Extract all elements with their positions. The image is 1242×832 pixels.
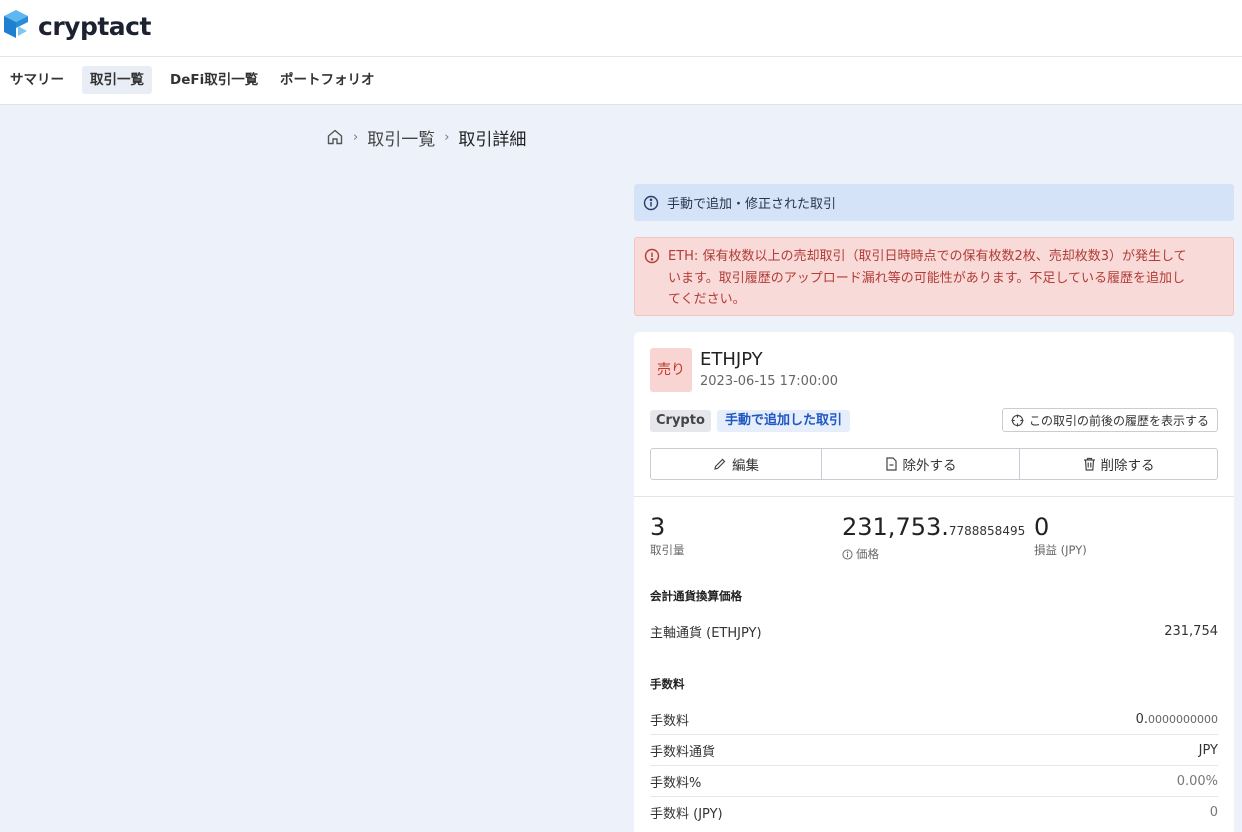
- fee-row: 手数料 0.0000000000: [650, 704, 1218, 735]
- fee-percent-value: 0.00%: [1176, 773, 1218, 789]
- breadcrumb: › 取引一覧 › 取引詳細: [326, 125, 527, 150]
- trash-icon: [1083, 457, 1096, 471]
- error-alert-line: ETH: 保有枚数以上の売却取引（取引日時時点での保有枚数2枚、売却枚数3）が発…: [668, 249, 1187, 264]
- trade-detail-card: 売り ETHJPY 2023-06-15 17:00:00 Crypto 手動で…: [634, 332, 1234, 832]
- conversion-row-value: 231,754: [1164, 624, 1218, 639]
- breadcrumb-transactions[interactable]: 取引一覧: [367, 125, 435, 150]
- home-icon[interactable]: [326, 128, 344, 146]
- tag-crypto: Crypto: [650, 410, 711, 432]
- divider: [634, 496, 1234, 497]
- holdings-error-alert: ETH: 保有枚数以上の売却取引（取引日時時点での保有枚数2枚、売却枚数3）が発…: [634, 237, 1234, 316]
- delete-label: 削除する: [1100, 458, 1155, 474]
- top-bar: cryptact: [0, 0, 1242, 57]
- file-minus-icon: [885, 457, 898, 471]
- info-circle-icon: [643, 195, 659, 211]
- brand-logo[interactable]: cryptact: [2, 8, 151, 44]
- manual-edit-info-alert: 手動で追加・修正された取引: [634, 184, 1234, 221]
- main-nav: サマリー 取引一覧 DeFi取引一覧 ポートフォリオ: [0, 57, 1242, 105]
- fee-percent-label: 手数料%: [650, 775, 702, 791]
- side-badge: 売り: [650, 348, 692, 392]
- info-alert-text: 手動で追加・修正された取引: [667, 197, 837, 212]
- conversion-section-title: 会計通貨換算価格: [650, 589, 742, 603]
- fee-value: 0.0000000000: [1136, 712, 1218, 727]
- history-button-label: この取引の前後の履歴を表示する: [1028, 413, 1209, 428]
- price-main: 231,753.: [842, 513, 949, 541]
- error-alert-line: てください。: [668, 292, 746, 307]
- exclude-label: 除外する: [902, 458, 957, 474]
- fee-label: 手数料: [650, 713, 690, 729]
- edit-button[interactable]: 編集: [651, 449, 821, 479]
- tag-manual-added: 手動で追加した取引: [717, 410, 851, 432]
- error-alert-line: います。取引履歴のアップロード漏れ等の可能性があります。不足している履歴を追加し: [668, 270, 1186, 286]
- price-label: 価格: [856, 547, 879, 561]
- fee-decimals: 0000000000: [1148, 712, 1218, 726]
- chevron-right-icon: ›: [444, 129, 450, 145]
- price-value: 231,753.7788858495: [842, 512, 1025, 546]
- brand-name: cryptact: [38, 11, 151, 41]
- fee-main: 0.: [1135, 711, 1148, 727]
- nav-item-summary[interactable]: サマリー: [2, 66, 72, 94]
- edit-label: 編集: [732, 458, 759, 474]
- amount-label: 取引量: [650, 543, 685, 557]
- trade-datetime: 2023-06-15 17:00:00: [700, 374, 839, 389]
- fee-currency-label: 手数料通貨: [650, 744, 716, 760]
- nav-item-defi-transactions[interactable]: DeFi取引一覧: [162, 66, 266, 94]
- conversion-row: 主軸通貨 (ETHJPY) 231,754: [650, 616, 1218, 647]
- stat-amount: 3 取引量: [650, 512, 685, 558]
- exclude-button[interactable]: 除外する: [821, 449, 1019, 479]
- fees-section-title: 手数料: [650, 677, 685, 691]
- fee-jpy-row: 手数料 (JPY) 0: [650, 797, 1218, 828]
- amount-value: 3: [650, 513, 666, 541]
- nav-item-transactions[interactable]: 取引一覧: [82, 66, 152, 94]
- info-circle-icon[interactable]: [842, 548, 853, 560]
- stat-price: 231,753.7788858495 価格: [842, 512, 1025, 562]
- fee-currency-row: 手数料通貨 JPY: [650, 735, 1218, 766]
- fee-jpy-label: 手数料 (JPY): [650, 807, 723, 822]
- alert-circle-icon: [644, 248, 660, 315]
- fee-percent-row: 手数料% 0.00%: [650, 766, 1218, 797]
- pnl-value: 0: [1034, 513, 1050, 541]
- trade-actions: 編集 除外する 削除する: [650, 448, 1218, 480]
- error-alert-text: ETH: 保有枚数以上の売却取引（取引日時時点での保有枚数2枚、売却枚数3）が発…: [668, 246, 1187, 315]
- chevron-right-icon: ›: [353, 129, 359, 145]
- price-decimals: 7788858495: [948, 524, 1026, 538]
- fee-jpy-value: 0: [1209, 805, 1218, 820]
- trade-pair: ETHJPY: [700, 349, 763, 370]
- conversion-row-label: 主軸通貨 (ETHJPY): [650, 626, 762, 641]
- breadcrumb-current: 取引詳細: [458, 129, 527, 150]
- cryptact-logo-icon: [2, 8, 28, 44]
- nav-item-portfolio[interactable]: ポートフォリオ: [272, 66, 383, 94]
- pencil-icon: [713, 457, 727, 471]
- delete-button[interactable]: 削除する: [1019, 449, 1217, 479]
- stat-pnl: 0 損益 (JPY): [1034, 512, 1087, 558]
- price-label-row: 価格: [842, 546, 1025, 562]
- pnl-label: 損益 (JPY): [1034, 543, 1087, 557]
- crosshair-icon: [1011, 413, 1024, 427]
- show-surrounding-history-button[interactable]: この取引の前後の履歴を表示する: [1001, 408, 1218, 432]
- fee-currency-value: JPY: [1198, 742, 1218, 758]
